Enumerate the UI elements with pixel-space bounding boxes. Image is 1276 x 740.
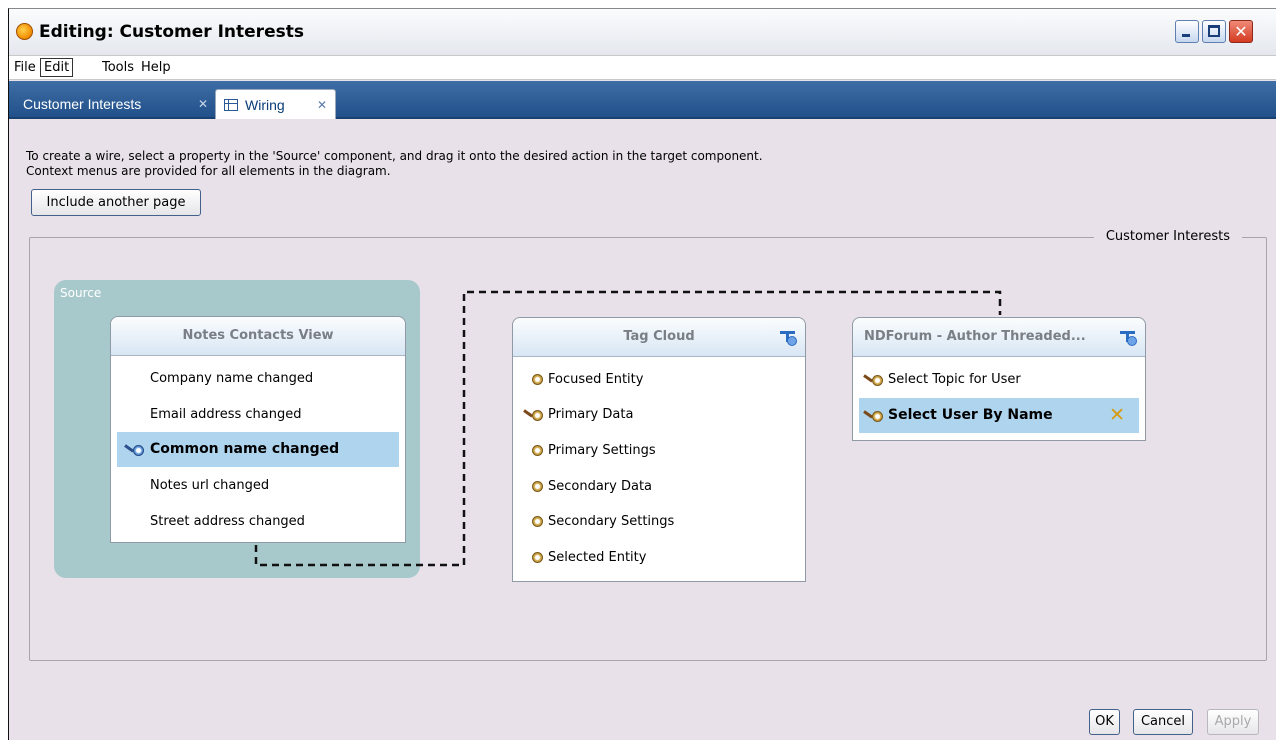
maximize-icon [1208,25,1220,37]
include-another-page-button[interactable]: Include another page [31,189,201,216]
wire-target-icon [523,407,546,423]
list-item[interactable]: Select Topic for User [853,362,1145,397]
wiring-content: To create a wire, select a property in t… [9,120,1276,740]
action-icon [532,481,543,492]
menu-file[interactable]: File [12,60,38,75]
title-bar[interactable]: Editing: Customer Interests ✕ [9,9,1276,55]
close-icon: ✕ [1234,22,1248,41]
tab-wiring[interactable]: Wiring ✕ [215,89,336,119]
list-item[interactable]: Secondary Data [513,469,805,504]
menu-edit[interactable]: Edit [40,58,74,77]
list-item[interactable]: Email address changed [111,397,405,432]
wire-target-icon [863,372,886,388]
menu-tools[interactable]: Tools [100,60,136,75]
maximize-button[interactable] [1202,20,1226,43]
app-logo-icon [16,23,33,40]
wire-source-icon [124,442,147,458]
list-item[interactable]: Street address changed [111,504,405,539]
pin-icon[interactable] [1120,331,1137,346]
delete-wire-icon[interactable]: ✕ [1109,406,1125,425]
list-item[interactable]: Primary Data [513,397,805,432]
list-item-selected[interactable]: Select User By Name ✕ [859,398,1139,433]
menu-bar: File Edit Tools Help [9,55,1276,80]
notes-contacts-view-panel[interactable]: Notes Contacts View Company name changed… [110,316,406,543]
action-icon [532,374,543,385]
canvas-legend: Customer Interests [1093,229,1242,244]
list-item[interactable]: Company name changed [111,361,405,396]
source-label: Source [60,286,102,300]
action-icon [532,552,543,563]
ndforum-panel[interactable]: NDForum - Author Threaded... Select Topi… [852,317,1146,441]
list-item[interactable]: Secondary Settings [513,504,805,539]
panel-title: Notes Contacts View [111,317,405,356]
tab-strip: Customer Interests ✕ Wiring ✕ [9,81,1276,119]
tab-close-icon[interactable]: ✕ [198,97,208,111]
list-item[interactable]: Focused Entity [513,362,805,397]
apply-button: Apply [1207,709,1259,735]
pin-icon[interactable] [780,331,797,346]
tab-close-icon[interactable]: ✕ [317,98,327,112]
editor-window: Editing: Customer Interests ✕ File Edit … [8,8,1276,740]
window-title: Editing: Customer Interests [39,22,304,42]
instructions-line-1: To create a wire, select a property in t… [26,149,763,163]
action-icon [532,516,543,527]
list-item[interactable]: Notes url changed [111,468,405,503]
table-icon [224,99,238,111]
close-window-button[interactable]: ✕ [1229,20,1253,43]
ok-button[interactable]: OK [1089,709,1120,735]
panel-title: NDForum - Author Threaded... [853,318,1145,357]
list-item[interactable]: Selected Entity [513,540,805,575]
panel-title: Tag Cloud [513,318,805,357]
instructions-line-2: Context menus are provided for all eleme… [26,164,391,178]
cancel-button[interactable]: Cancel [1133,709,1193,735]
list-item-selected[interactable]: Common name changed [117,432,399,467]
wire-target-icon [863,408,886,424]
tab-customer-interests[interactable]: Customer Interests ✕ [12,89,210,119]
menu-help[interactable]: Help [139,60,173,75]
list-item[interactable]: Primary Settings [513,433,805,468]
tab-label: Wiring [245,97,285,113]
tag-cloud-panel[interactable]: Tag Cloud Focused Entity Primary Data Pr… [512,317,806,582]
tab-label: Customer Interests [23,96,142,112]
minimize-icon [1182,34,1190,37]
action-icon [532,445,543,456]
minimize-button[interactable] [1175,20,1199,43]
